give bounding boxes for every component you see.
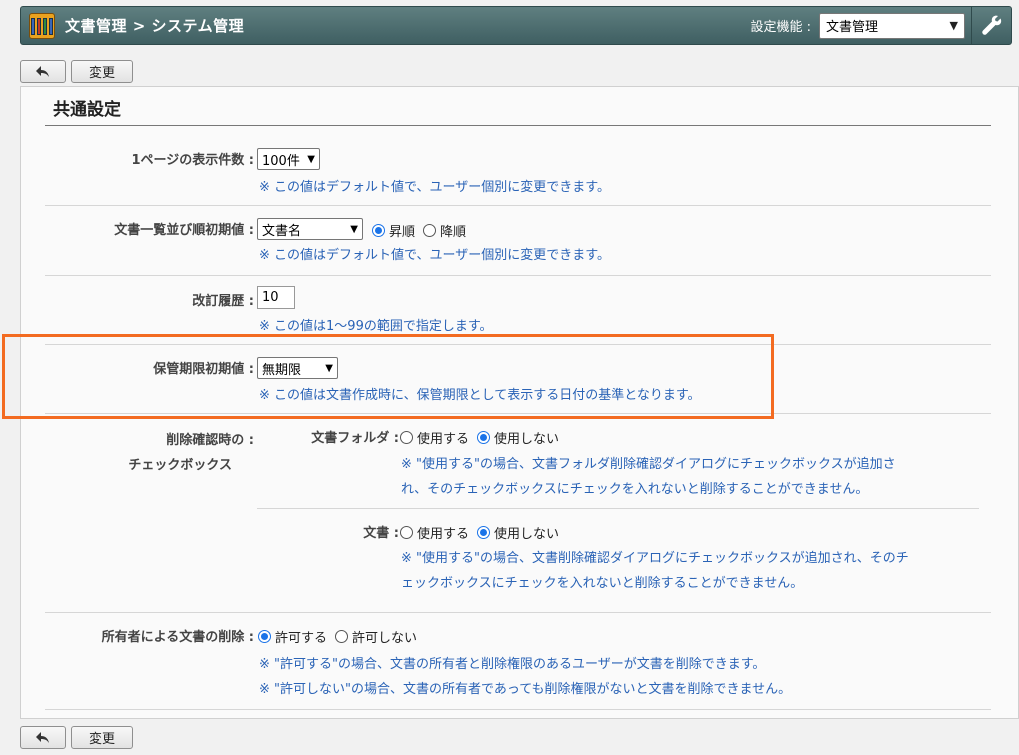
retention-default-select[interactable]: 無期限 ▼ <box>257 357 338 379</box>
common-settings-panel: 共通設定 1ページの表示件数 : 100件 ▼ ※ この値はデフォルト値で、ユー… <box>20 86 1019 719</box>
revision-history-label: 改訂履歴 : <box>192 294 254 309</box>
revision-history-input[interactable]: 10 <box>257 286 295 309</box>
back-arrow-icon <box>36 65 49 77</box>
owner-delete-label: 所有者による文書の削除 : <box>101 630 254 645</box>
folder-sub-label: 文書フォルダ : <box>311 431 399 446</box>
folder-checkbox-group: 使用する 使用しない <box>400 428 567 447</box>
back-button[interactable] <box>20 726 66 749</box>
row-divider <box>45 275 991 276</box>
sort-desc-label: 降順 <box>440 225 467 240</box>
retention-default-value: 無期限 <box>262 362 302 378</box>
page-count-note: ※ この値はデフォルト値で、ユーザー個別に変更できます。 <box>259 180 610 195</box>
owner-delete-group: 許可する 許可しない <box>258 627 425 646</box>
sort-order-label: 文書一覧並び順初期値 : <box>114 223 254 238</box>
retention-default-label: 保管期限初期値 : <box>153 362 254 377</box>
retention-default-note: ※ この値は文書作成時に、保管期限として表示する日付の基準となります。 <box>259 388 701 403</box>
chevron-down-icon: ▼ <box>949 19 958 32</box>
sub-row-divider <box>257 508 979 509</box>
sort-field-select[interactable]: 文書名 ▼ <box>257 218 363 240</box>
page-count-label: 1ページの表示件数 : <box>131 153 254 168</box>
row-divider <box>45 205 991 206</box>
folder-note-line1: ※ "使用する"の場合、文書フォルダ削除確認ダイアログにチェックボックスが追加さ <box>401 457 896 472</box>
owner-delete-allow-radio[interactable] <box>258 630 271 643</box>
row-divider <box>45 344 991 345</box>
sort-asc-label: 昇順 <box>389 225 416 240</box>
document-use-radio[interactable] <box>400 526 413 539</box>
document-checkbox-group: 使用する 使用しない <box>400 523 567 542</box>
owner-delete-disallow-label: 許可しない <box>352 631 418 646</box>
breadcrumb: 文書管理 > システム管理 <box>65 17 245 35</box>
document-not-use-radio[interactable] <box>477 526 491 539</box>
folder-not-use-label: 使用しない <box>494 432 560 447</box>
setting-function-label: 設定機能 : <box>750 20 811 35</box>
document-note-line1: ※ "使用する"の場合、文書削除確認ダイアログにチェックボックスが追加され、その… <box>401 551 909 566</box>
folder-use-label: 使用する <box>417 432 470 447</box>
setting-function-select[interactable]: 文書管理 ▼ <box>819 12 965 39</box>
sort-direction-group: 昇順 降順 <box>372 221 474 240</box>
setting-function-value: 文書管理 <box>826 20 879 35</box>
app-header: 文書管理 > システム管理 設定機能 : 文書管理 ▼ <box>20 6 1012 45</box>
section-title: 共通設定 <box>53 100 121 120</box>
sort-order-note: ※ この値はデフォルト値で、ユーザー個別に変更できます。 <box>259 248 610 263</box>
row-divider <box>45 709 991 710</box>
row-divider <box>45 612 991 613</box>
sort-field-value: 文書名 <box>262 223 302 239</box>
document-use-label: 使用する <box>417 527 470 542</box>
chevron-down-icon: ▼ <box>350 223 358 235</box>
back-button[interactable] <box>20 60 66 83</box>
page-count-value: 100件 <box>262 153 300 169</box>
back-arrow-icon <box>36 731 49 743</box>
owner-delete-note-line1: ※ "許可する"の場合、文書の所有者と削除権限のあるユーザーが文書を削除できます… <box>259 657 766 672</box>
owner-delete-allow-label: 許可する <box>275 631 328 646</box>
folder-not-use-radio[interactable] <box>477 431 491 444</box>
folder-note-line2: れ、そのチェックボックスにチェックを入れないと削除することができません。 <box>401 482 869 497</box>
chevron-down-icon: ▼ <box>325 362 333 374</box>
delete-confirm-label-line1: 削除確認時の : <box>166 433 254 448</box>
document-sub-label: 文書 : <box>363 526 399 541</box>
owner-delete-note-line2: ※ "許可しない"の場合、文書の所有者であっても削除権限がないと文書を削除できま… <box>259 682 792 697</box>
section-divider <box>45 125 991 126</box>
wrench-icon[interactable] <box>971 7 1011 44</box>
sort-asc-radio[interactable] <box>372 224 385 237</box>
document-not-use-label: 使用しない <box>494 527 560 542</box>
bottom-toolbar: 変更 <box>20 726 133 749</box>
delete-confirm-label-line2: チェックボックス <box>128 458 232 473</box>
binders-logo-icon <box>29 12 55 39</box>
owner-delete-disallow-radio[interactable] <box>335 630 349 643</box>
change-button[interactable]: 変更 <box>71 60 133 83</box>
row-divider <box>45 413 991 414</box>
document-note-line2: ェックボックスにチェックを入れないと削除することができません。 <box>401 576 804 591</box>
change-button[interactable]: 変更 <box>71 726 133 749</box>
revision-history-note: ※ この値は1～99の範囲で指定します。 <box>259 319 493 334</box>
sort-desc-radio[interactable] <box>423 224 437 237</box>
chevron-down-icon: ▼ <box>307 153 315 165</box>
page-count-select[interactable]: 100件 ▼ <box>257 148 320 170</box>
top-toolbar: 変更 <box>20 60 133 83</box>
folder-use-radio[interactable] <box>400 431 413 444</box>
